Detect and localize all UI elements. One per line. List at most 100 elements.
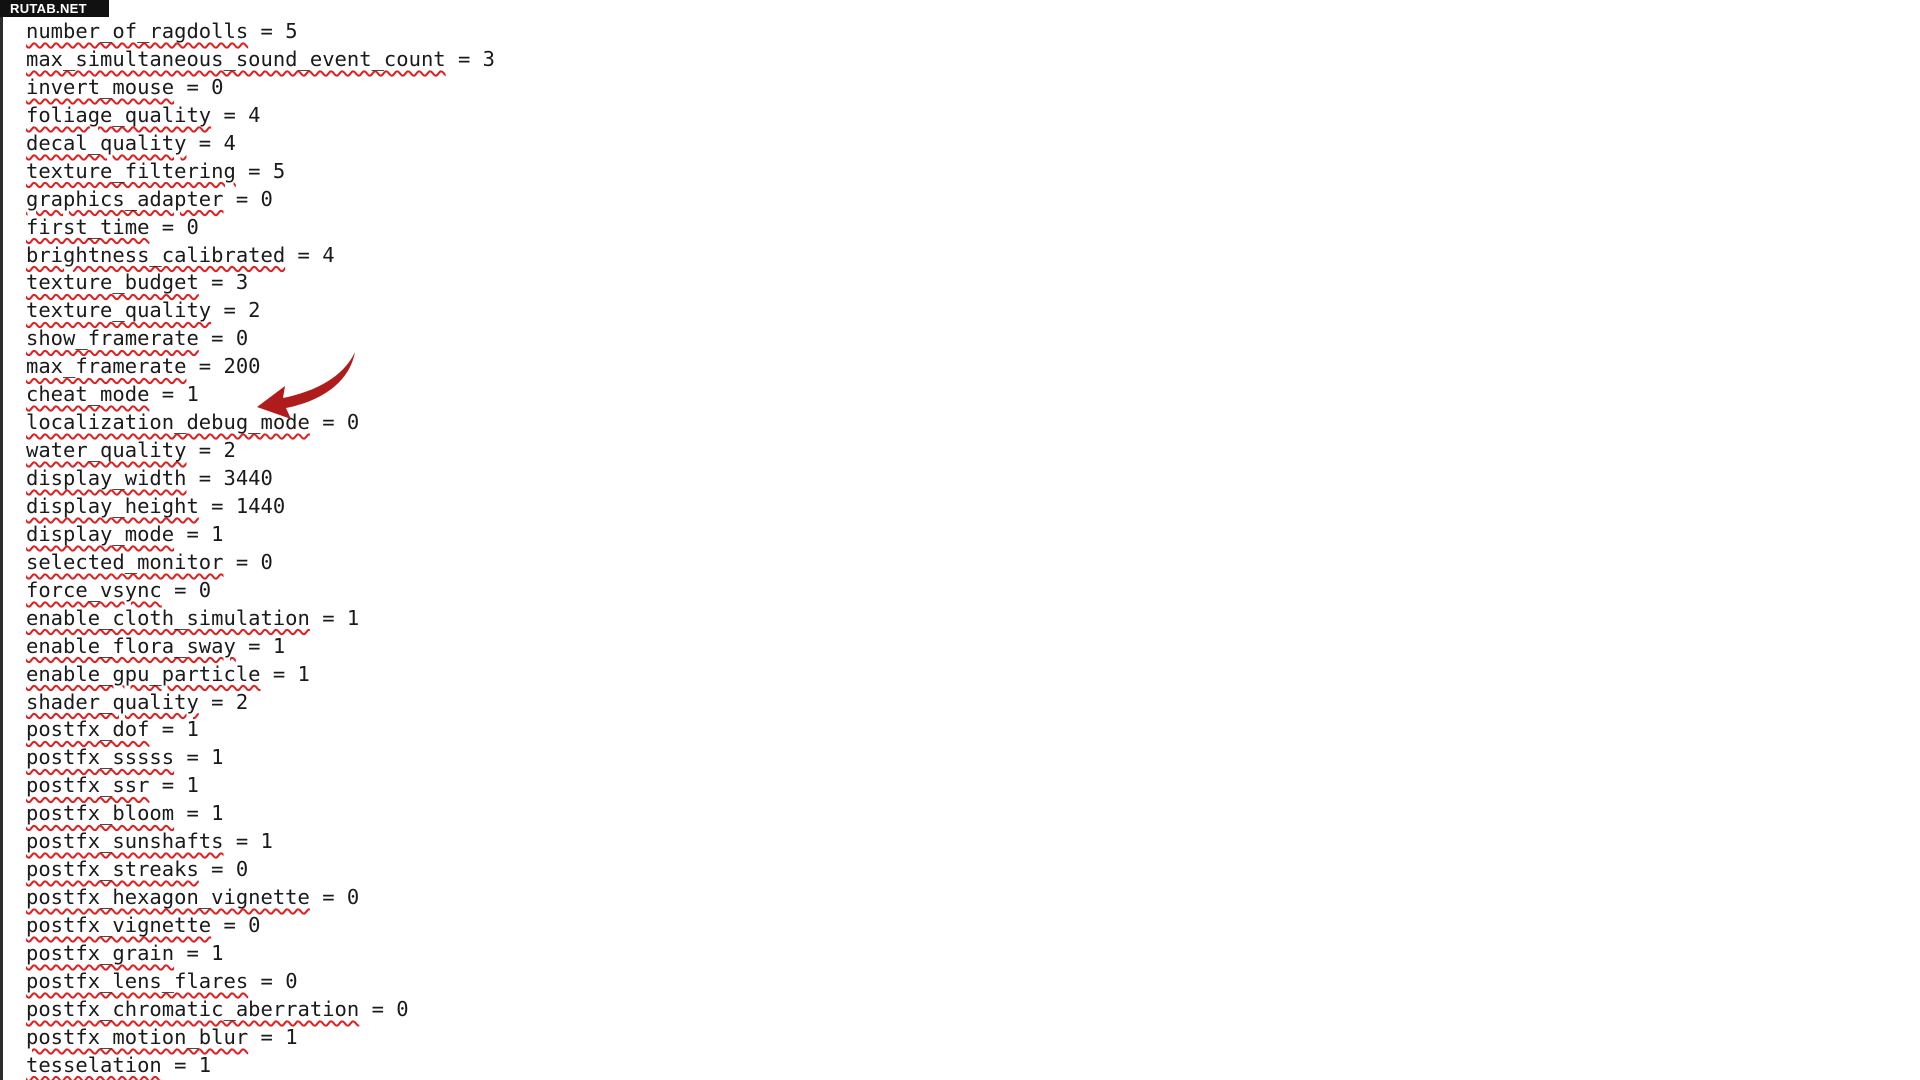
config-key: postfx_vignette: [26, 913, 212, 937]
config-line[interactable]: enable_gpu_particle = 1: [26, 661, 495, 689]
config-value: 5: [272, 158, 286, 183]
config-line[interactable]: foliage_quality = 4: [26, 102, 495, 130]
config-file-content[interactable]: number_of_ragdolls = 5 max_simultaneous_s…: [26, 18, 495, 1080]
config-value: 3440: [223, 466, 273, 490]
config-key: postfx_chromatic_aberration: [26, 996, 360, 1021]
config-key: postfx_dof: [26, 717, 150, 742]
config-value: 0: [235, 857, 249, 882]
config-line[interactable]: max_framerate = 200: [26, 353, 495, 381]
config-line[interactable]: postfx_grain = 1: [26, 940, 495, 968]
config-key: postfx_motion_blur: [26, 1024, 249, 1049]
config-value: 1: [211, 801, 224, 826]
config-key: postfx_lens_flares: [26, 968, 249, 993]
config-key: first_time: [26, 214, 150, 239]
config-key: brightness_calibrated: [26, 242, 286, 267]
config-line[interactable]: enable_cloth_simulation = 1: [26, 605, 495, 633]
config-line[interactable]: force_vsync = 0: [26, 577, 495, 605]
config-line[interactable]: water_quality = 2: [26, 437, 495, 465]
config-line[interactable]: number_of_ragdolls = 5: [26, 18, 495, 46]
config-key: display_mode: [26, 521, 175, 546]
config-value: 0: [260, 186, 273, 211]
config-value: 200: [223, 354, 261, 379]
config-key: postfx_grain: [26, 940, 175, 965]
config-line[interactable]: postfx_ssr = 1: [26, 772, 495, 800]
config-line[interactable]: postfx_dof = 1: [26, 716, 495, 744]
config-value: 2: [223, 438, 236, 463]
config-line[interactable]: postfx_sunshafts = 1: [26, 828, 495, 856]
config-key: invert_mouse: [26, 74, 175, 99]
config-key: enable_cloth_simulation: [26, 605, 310, 630]
config-key: postfx_bloom: [26, 801, 175, 826]
config-line[interactable]: invert_mouse = 0: [26, 74, 495, 102]
config-value: 0: [285, 968, 298, 993]
config-line[interactable]: enable_flora_sway = 1: [26, 633, 495, 661]
config-line[interactable]: postfx_chromatic_aberration = 0: [26, 996, 495, 1024]
config-key: number_of_ragdolls: [26, 19, 249, 43]
config-value: 1: [211, 521, 224, 546]
text-editor[interactable]: number_of_ragdolls = 5 max_simultaneous_s…: [0, 0, 1920, 1080]
config-key: max_framerate: [26, 354, 187, 379]
config-line[interactable]: texture_filtering = 5: [26, 158, 495, 186]
config-value: 2: [235, 689, 249, 714]
config-value: 4: [248, 102, 261, 127]
config-value: 0: [396, 996, 409, 1021]
config-line[interactable]: first_time = 0: [26, 214, 495, 242]
config-value: 1: [186, 382, 199, 407]
config-key: display_width: [26, 466, 187, 490]
config-key: display_height: [26, 493, 199, 518]
config-value: 1: [211, 940, 224, 965]
config-value: 2: [248, 298, 261, 323]
config-value: 5: [285, 19, 298, 43]
config-line[interactable]: postfx_motion_blur = 1: [26, 1024, 495, 1052]
config-value: 1: [285, 1024, 298, 1049]
config-key: enable_flora_sway: [26, 633, 236, 658]
config-key: postfx_sunshafts: [26, 829, 224, 854]
config-value: 1440: [235, 493, 286, 518]
config-value: 3: [482, 46, 496, 71]
config-value: 4: [322, 242, 335, 267]
config-value: 3: [235, 270, 249, 295]
config-line[interactable]: display_mode = 1: [26, 521, 495, 549]
config-value: 1: [198, 1052, 212, 1077]
config-key: localization_debug_mode: [26, 410, 310, 435]
config-value: 0: [346, 885, 360, 910]
config-line[interactable]: texture_quality = 2: [26, 297, 495, 325]
config-line[interactable]: graphics_adapter = 0: [26, 186, 495, 214]
config-line[interactable]: display_height = 1440: [26, 493, 495, 521]
config-key: cheat_mode: [26, 382, 150, 407]
config-key: max_simultaneous_sound_event_count: [26, 46, 446, 71]
config-key: postfx_hexagon_vignette: [26, 885, 310, 910]
config-line[interactable]: shader_quality = 2: [26, 689, 495, 717]
config-key: water_quality: [26, 438, 187, 463]
config-value: 0: [211, 74, 224, 99]
config-key: shader_quality: [26, 689, 199, 714]
config-line[interactable]: postfx_lens_flares = 0: [26, 968, 495, 996]
config-line[interactable]: show_framerate = 0: [26, 325, 495, 353]
config-key: texture_quality: [26, 298, 212, 323]
config-line[interactable]: postfx_streaks = 0: [26, 856, 495, 884]
config-key: texture_filtering: [26, 158, 236, 183]
site-watermark: RUTAB.NET: [0, 0, 109, 17]
config-line[interactable]: postfx_hexagon_vignette = 0: [26, 884, 495, 912]
config-value: 0: [248, 913, 261, 937]
config-value: 1: [297, 661, 310, 686]
config-line[interactable]: max_simultaneous_sound_event_count = 3: [26, 46, 495, 74]
config-line[interactable]: brightness_calibrated = 4: [26, 242, 495, 270]
config-line[interactable]: cheat_mode = 1: [26, 381, 495, 409]
config-line[interactable]: tesselation = 1: [26, 1052, 495, 1080]
config-key: decal_quality: [26, 130, 187, 155]
config-key: show_framerate: [26, 326, 199, 351]
config-value: 1: [346, 605, 360, 630]
config-value: 0: [198, 577, 212, 602]
config-key: foliage_quality: [26, 102, 212, 127]
config-line[interactable]: postfx_bloom = 1: [26, 800, 495, 828]
config-line[interactable]: display_width = 3440: [26, 465, 495, 493]
config-line[interactable]: decal_quality = 4: [26, 130, 495, 158]
config-line[interactable]: postfx_sssss = 1: [26, 744, 495, 772]
config-line[interactable]: selected_monitor = 0: [26, 549, 495, 577]
config-line[interactable]: postfx_vignette = 0: [26, 912, 495, 940]
config-line[interactable]: texture_budget = 3: [26, 269, 495, 297]
config-value: 1: [211, 745, 224, 770]
config-line[interactable]: localization_debug_mode = 0: [26, 409, 495, 437]
config-value: 0: [260, 549, 273, 574]
